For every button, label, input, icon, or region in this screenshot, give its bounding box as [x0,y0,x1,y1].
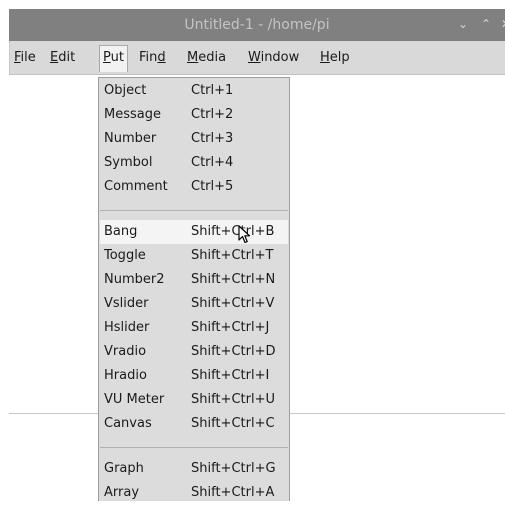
menu-separator [100,210,288,211]
menu-item-label: VU Meter [104,392,165,407]
title-bar[interactable]: Untitled-1 - /home/pi ⌄ ⌃ ✕ [9,9,505,41]
menu-help-label: elp [329,50,350,65]
menu-file[interactable]: File [11,46,39,69]
menu-put-label: ut [110,50,124,65]
menu-item-label: Object [104,83,147,98]
menu-item-shortcut: Ctrl+3 [191,131,234,146]
menu-file-label: ile [20,50,36,65]
menu-item-label: Comment [104,179,168,194]
menu-item-label: Hslider [104,320,150,335]
mouse-pointer-icon [238,225,251,244]
menu-item-shortcut: Shift+Ctrl+J [191,320,270,335]
menu-item-label: Message [104,107,161,122]
menu-help[interactable]: Help [317,46,353,69]
menu-edit-label: dit [58,50,76,65]
menu-item-label: Bang [104,224,138,239]
menu-item-shortcut: Shift+Ctrl+D [191,344,276,359]
menu-bar: File Edit Put Find Media Window Help [9,41,505,75]
menu-item-shortcut: Shift+Ctrl+B [191,224,275,239]
put-menu-dropdown: Object Ctrl+1 Message Ctrl+2 Number Ctrl+3 … [98,77,290,501]
menu-find-mnemonic: d [157,50,166,65]
menu-item-shortcut: Shift+Ctrl+N [191,272,276,287]
menu-item-label: Array [104,485,140,500]
close-icon[interactable]: ✕ [499,16,505,32]
menu-item-shortcut: Shift+Ctrl+V [191,296,275,311]
menu-item-shortcut: Ctrl+1 [191,83,234,98]
chevron-up-icon[interactable]: ⌃ [479,16,493,32]
menu-media-label: edia [198,50,227,65]
menu-item-label: Graph [104,461,144,476]
menu-item-label: Number2 [104,272,165,287]
menu-item-bang[interactable]: Bang Shift+Ctrl+B [100,220,288,244]
menu-item-symbol[interactable]: Symbol Ctrl+4 [100,151,288,175]
menu-find-label: Fin [139,50,158,65]
menu-item-label: Hradio [104,368,147,383]
menu-separator [100,447,288,448]
menu-item-shortcut: Shift+Ctrl+C [191,416,275,431]
menu-item-label: Vslider [104,296,149,311]
menu-find[interactable]: Find [136,46,169,69]
menu-item-shortcut: Shift+Ctrl+G [191,461,276,476]
chevron-down-icon[interactable]: ⌄ [456,16,470,32]
menu-item-number[interactable]: Number Ctrl+3 [100,127,288,151]
menu-help-mnemonic: H [320,50,330,65]
menu-window-mnemonic: W [248,50,261,65]
menu-put[interactable]: Put [99,45,128,72]
menu-item-shortcut: Shift+Ctrl+I [191,368,270,383]
menu-item-shortcut: Shift+Ctrl+T [191,248,274,263]
menu-item-vradio[interactable]: Vradio Shift+Ctrl+D [100,340,288,364]
menu-item-array[interactable]: Array Shift+Ctrl+A [100,481,288,505]
menu-edit[interactable]: Edit [47,46,78,69]
menu-item-object[interactable]: Object Ctrl+1 [100,79,288,103]
menu-item-shortcut: Shift+Ctrl+U [191,392,275,407]
menu-item-label: Number [104,131,157,146]
menu-item-message[interactable]: Message Ctrl+2 [100,103,288,127]
menu-item-label: Toggle [104,248,146,263]
menu-window-label: indow [260,50,300,65]
menu-item-vu-meter[interactable]: VU Meter Shift+Ctrl+U [100,388,288,412]
menu-item-shortcut: Shift+Ctrl+A [191,485,275,500]
menu-put-mnemonic: P [103,50,111,65]
menu-item-label: Canvas [104,416,152,431]
menu-item-comment[interactable]: Comment Ctrl+5 [100,175,288,199]
menu-window[interactable]: Window [245,46,302,69]
menu-item-canvas[interactable]: Canvas Shift+Ctrl+C [100,412,288,436]
menu-item-hslider[interactable]: Hslider Shift+Ctrl+J [100,316,288,340]
menu-item-graph[interactable]: Graph Shift+Ctrl+G [100,457,288,481]
menu-item-number2[interactable]: Number2 Shift+Ctrl+N [100,268,288,292]
menu-item-label: Vradio [104,344,147,359]
menu-media-mnemonic: M [187,50,199,65]
window-title: Untitled-1 - /home/pi [184,17,330,33]
menu-item-toggle[interactable]: Toggle Shift+Ctrl+T [100,244,288,268]
menu-item-hradio[interactable]: Hradio Shift+Ctrl+I [100,364,288,388]
menu-item-vslider[interactable]: Vslider Shift+Ctrl+V [100,292,288,316]
menu-item-shortcut: Ctrl+4 [191,155,234,170]
menu-item-label: Symbol [104,155,153,170]
menu-item-shortcut: Ctrl+5 [191,179,234,194]
menu-edit-mnemonic: E [50,50,59,65]
menu-media[interactable]: Media [184,46,229,69]
menu-item-shortcut: Ctrl+2 [191,107,234,122]
